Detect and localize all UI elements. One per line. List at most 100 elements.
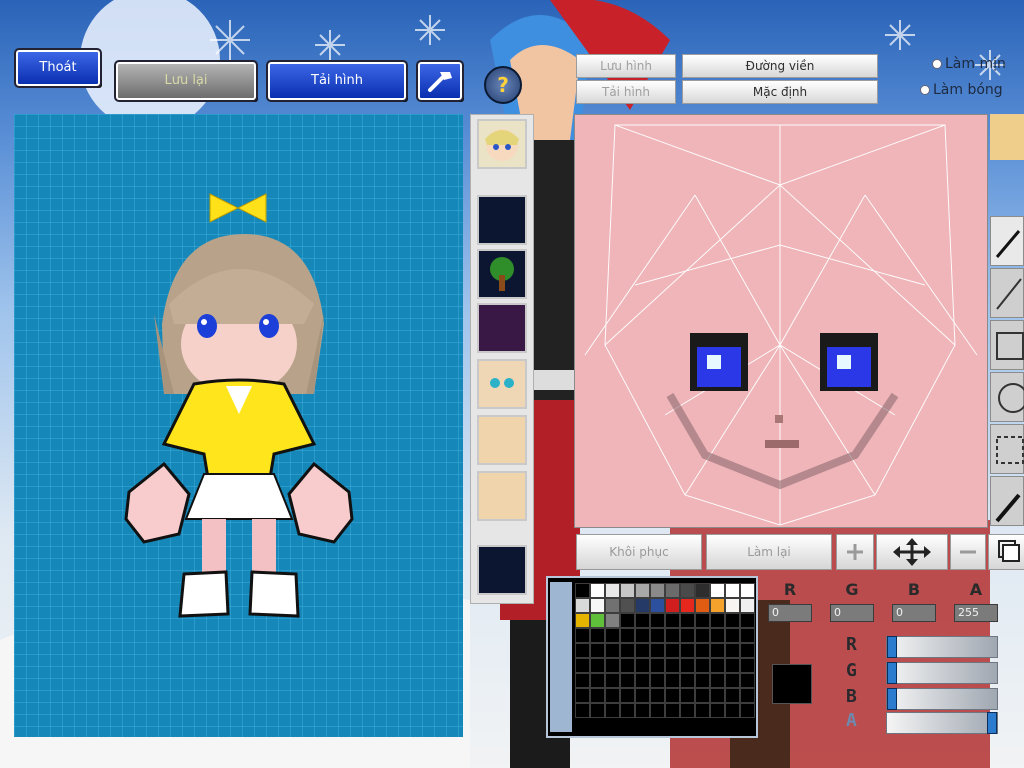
color-swatch[interactable] (650, 613, 665, 628)
color-swatch[interactable] (695, 583, 710, 598)
smooth-option[interactable]: Làm mịn (932, 56, 1006, 72)
gloss-radio[interactable] (920, 85, 930, 95)
texture-canvas[interactable] (574, 114, 988, 528)
add-button[interactable] (836, 534, 874, 570)
color-swatch[interactable] (680, 613, 695, 628)
color-swatch[interactable] (650, 598, 665, 613)
color-swatch[interactable] (650, 658, 665, 673)
color-swatch[interactable] (740, 688, 755, 703)
color-swatch[interactable] (695, 658, 710, 673)
color-swatch[interactable] (635, 673, 650, 688)
part-slot-face[interactable] (477, 119, 527, 169)
color-swatch[interactable] (740, 628, 755, 643)
color-swatch[interactable] (635, 643, 650, 658)
color-swatch[interactable] (710, 673, 725, 688)
color-swatch[interactable] (680, 628, 695, 643)
color-swatch[interactable] (590, 643, 605, 658)
color-swatch[interactable] (620, 643, 635, 658)
save-image-button[interactable]: Lưu hình (576, 54, 676, 78)
color-swatch[interactable] (620, 613, 635, 628)
color-swatch[interactable] (680, 643, 695, 658)
color-swatch[interactable] (680, 688, 695, 703)
color-swatch[interactable] (740, 658, 755, 673)
color-swatch[interactable] (605, 583, 620, 598)
ellipse-tool-button[interactable] (990, 372, 1024, 422)
color-swatch[interactable] (695, 613, 710, 628)
g-slider-knob[interactable] (887, 662, 897, 684)
color-swatch[interactable] (575, 688, 590, 703)
color-swatch[interactable] (725, 658, 740, 673)
color-swatch[interactable] (665, 598, 680, 613)
color-swatch[interactable] (665, 613, 680, 628)
color-swatch[interactable] (635, 688, 650, 703)
color-swatch[interactable] (650, 703, 665, 718)
color-swatch[interactable] (695, 688, 710, 703)
r-slider[interactable] (886, 636, 998, 658)
color-swatch[interactable] (605, 628, 620, 643)
color-swatch[interactable] (725, 643, 740, 658)
color-swatch[interactable] (650, 628, 665, 643)
color-swatch[interactable] (740, 583, 755, 598)
smooth-radio[interactable] (932, 59, 942, 69)
r-value-field[interactable]: 0 (768, 604, 812, 622)
part-slot-skin[interactable] (477, 415, 527, 465)
color-swatch[interactable] (695, 598, 710, 613)
eyedropper-tool-button[interactable] (990, 476, 1024, 526)
a-slider-knob[interactable] (987, 712, 997, 734)
color-swatch[interactable] (680, 598, 695, 613)
color-swatch[interactable] (575, 628, 590, 643)
a-slider[interactable] (886, 712, 998, 734)
color-swatch[interactable] (665, 643, 680, 658)
color-swatch[interactable] (710, 613, 725, 628)
color-swatch[interactable] (590, 613, 605, 628)
color-swatch[interactable] (605, 643, 620, 658)
pen-tool-button[interactable] (990, 216, 1024, 266)
color-swatch[interactable] (605, 658, 620, 673)
color-swatch[interactable] (620, 658, 635, 673)
select-tool-button[interactable] (990, 424, 1024, 474)
line-tool-button[interactable] (990, 268, 1024, 318)
copy-button[interactable] (988, 534, 1024, 570)
color-swatch[interactable] (710, 643, 725, 658)
color-swatch[interactable] (605, 598, 620, 613)
color-palette[interactable] (575, 583, 755, 718)
color-swatch[interactable] (665, 658, 680, 673)
color-swatch[interactable] (605, 673, 620, 688)
color-swatch[interactable] (665, 688, 680, 703)
r-slider-knob[interactable] (887, 636, 897, 658)
color-swatch[interactable] (590, 673, 605, 688)
color-swatch[interactable] (710, 658, 725, 673)
color-swatch[interactable] (620, 673, 635, 688)
palette-tabs[interactable] (550, 582, 572, 732)
color-swatch[interactable] (740, 643, 755, 658)
load-image-button[interactable]: Tải hình (266, 60, 408, 102)
color-swatch[interactable] (635, 628, 650, 643)
color-swatch[interactable] (620, 628, 635, 643)
color-swatch[interactable] (590, 658, 605, 673)
b-slider[interactable] (886, 688, 998, 710)
a-value-field[interactable]: 255 (954, 604, 998, 622)
color-swatch[interactable] (620, 688, 635, 703)
color-swatch[interactable] (695, 673, 710, 688)
color-swatch[interactable] (680, 673, 695, 688)
color-swatch[interactable] (695, 703, 710, 718)
minus-button[interactable] (950, 534, 986, 570)
default-button[interactable]: Mặc định (682, 80, 878, 104)
load-image-small-button[interactable]: Tải hình (576, 80, 676, 104)
color-swatch[interactable] (635, 703, 650, 718)
color-swatch[interactable] (590, 688, 605, 703)
b-slider-knob[interactable] (887, 688, 897, 710)
color-swatch[interactable] (665, 673, 680, 688)
help-button[interactable]: ? (484, 66, 522, 104)
rectangle-tool-button[interactable] (990, 320, 1024, 370)
color-swatch[interactable] (650, 643, 665, 658)
redo-button[interactable]: Làm lại (706, 534, 832, 570)
color-swatch[interactable] (575, 658, 590, 673)
b-value-field[interactable]: 0 (892, 604, 936, 622)
color-swatch[interactable] (605, 703, 620, 718)
color-swatch[interactable] (650, 583, 665, 598)
restore-button[interactable]: Khôi phục (576, 534, 702, 570)
color-swatch[interactable] (725, 583, 740, 598)
color-swatch[interactable] (575, 583, 590, 598)
color-swatch[interactable] (590, 583, 605, 598)
